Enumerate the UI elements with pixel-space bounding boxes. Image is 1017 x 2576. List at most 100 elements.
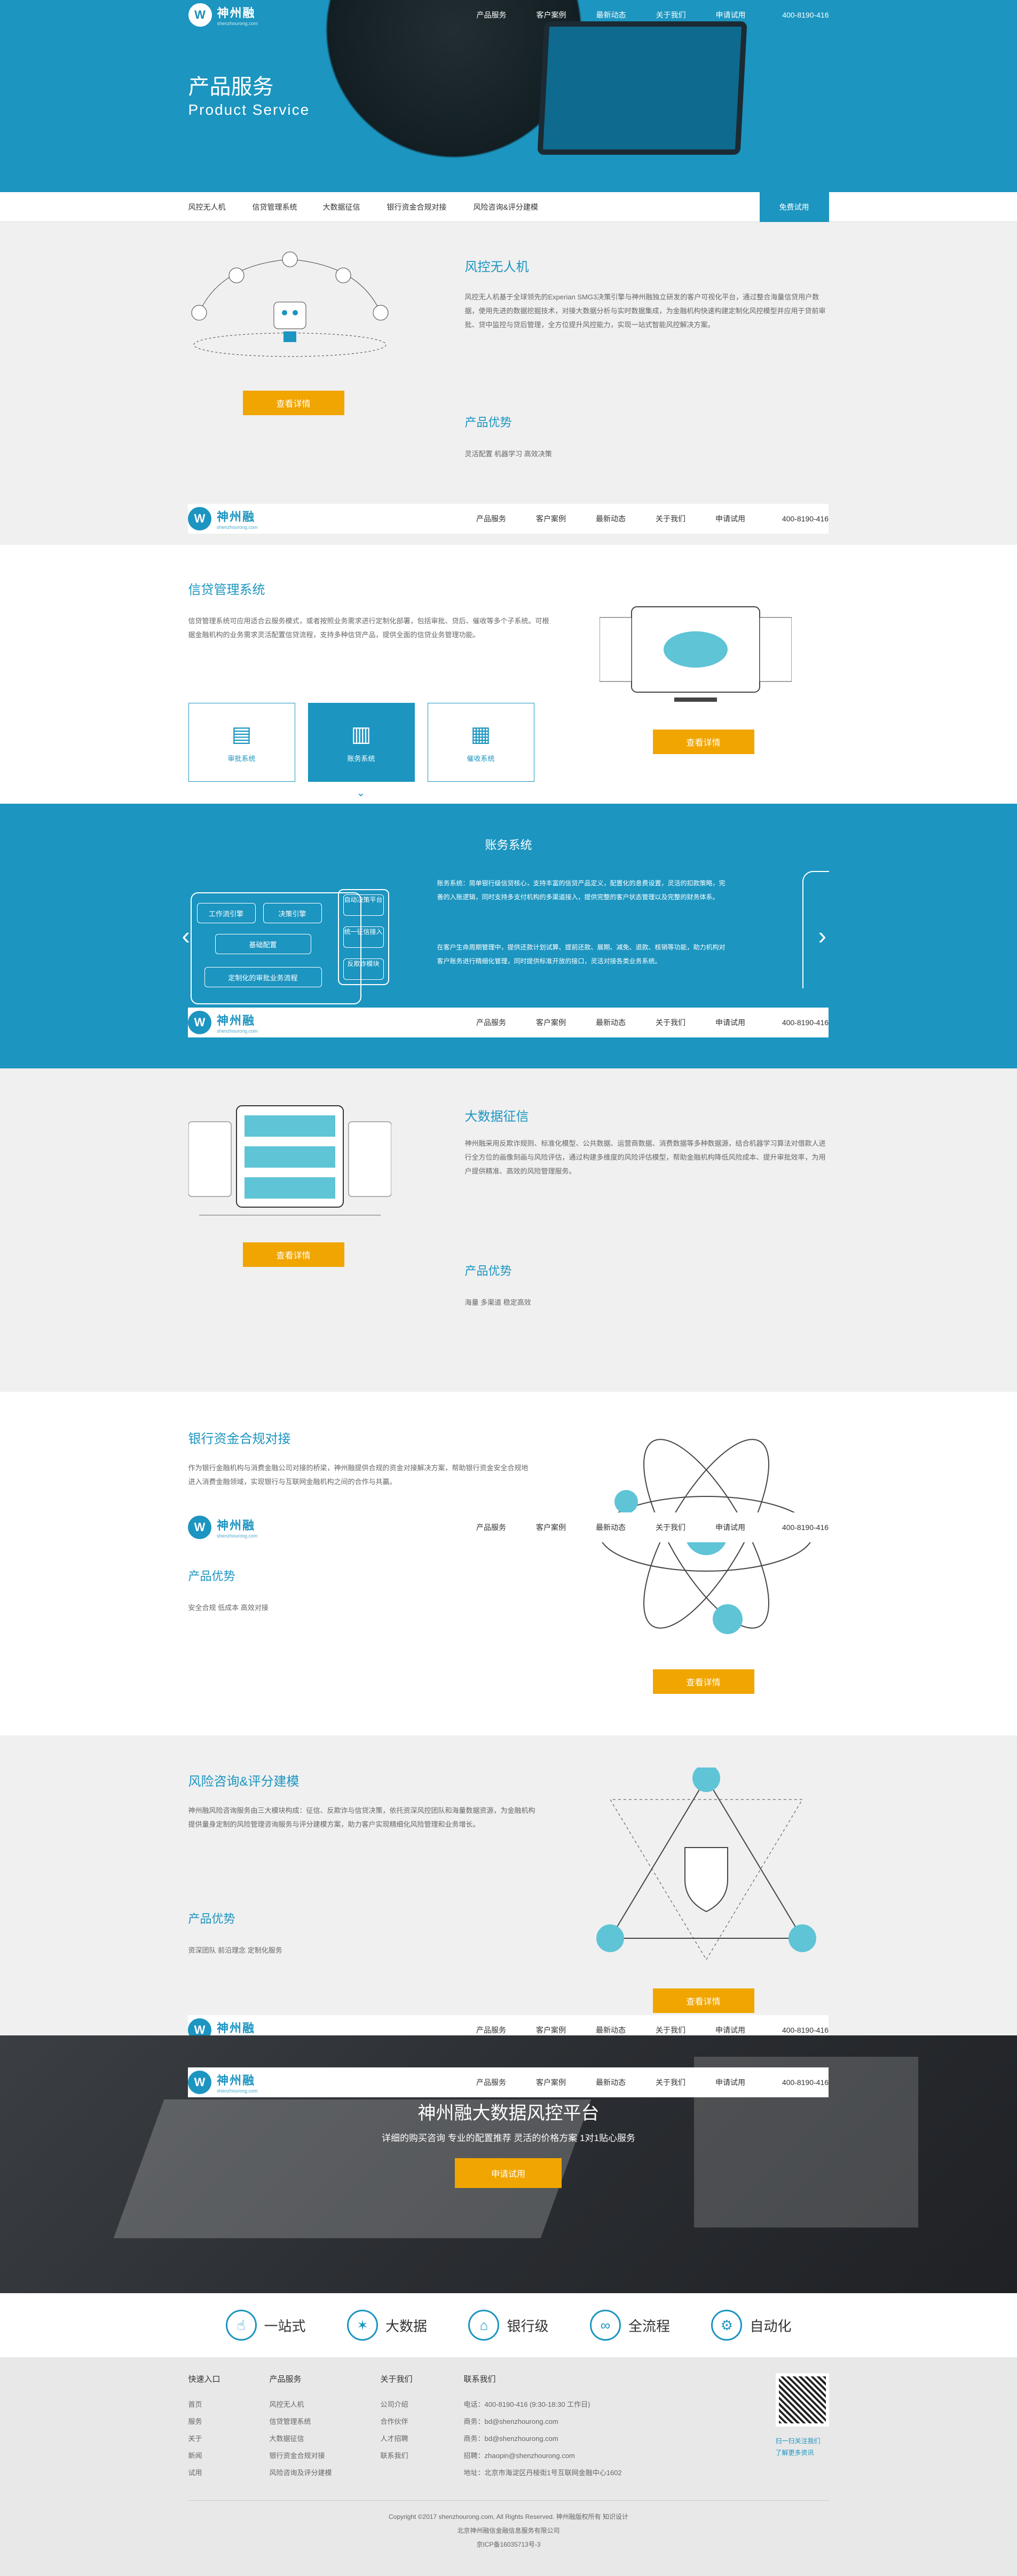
- nav-about[interactable]: 关于我们: [656, 1522, 715, 1533]
- bank-icon: ⌂: [468, 2310, 500, 2341]
- nav-cases[interactable]: 客户案例: [536, 2025, 596, 2035]
- card-approval[interactable]: ▤ 审批系统: [188, 703, 295, 782]
- nav-news[interactable]: 最新动态: [596, 2025, 656, 2035]
- nav-phone: 400-8190-416: [782, 11, 829, 19]
- contact-line: 地址：北京市海淀区丹棱街1号互联网金融中心1602: [463, 2469, 622, 2477]
- nav-cases[interactable]: 客户案例: [536, 2077, 596, 2088]
- product-subnav: 风控无人机 信贷管理系统 大数据征信 银行资金合规对接 风险咨询&评分建模 免费…: [0, 192, 1017, 222]
- nav-about[interactable]: 关于我们: [656, 2077, 715, 2088]
- consult-detail-button[interactable]: 查看详情: [652, 1988, 754, 2013]
- strip-logo[interactable]: 神州融shenzhourong.com: [188, 1516, 258, 1539]
- chevron-down-icon[interactable]: ⌄: [357, 786, 366, 799]
- nav-news[interactable]: 最新动态: [596, 1017, 656, 1028]
- nav-cases[interactable]: 客户案例: [536, 513, 596, 524]
- nav-links: 产品服务 客户案例 最新动态 关于我们 申请试用: [476, 1017, 775, 1028]
- drone-adv-title: 产品优势: [464, 416, 512, 429]
- subtab-credit[interactable]: 信贷管理系统: [253, 202, 323, 212]
- nav-products[interactable]: 产品服务: [476, 2025, 536, 2035]
- subtab-consult[interactable]: 风险咨询&评分建模: [474, 202, 580, 212]
- nav-news[interactable]: 最新动态: [596, 10, 656, 20]
- logo-sub: shenzhourong.com: [217, 21, 258, 26]
- nav-trial[interactable]: 申请试用: [716, 10, 776, 20]
- logo-icon: [188, 507, 211, 530]
- sticky-nav-1: 神州融shenzhourong.com 产品服务 客户案例 最新动态 关于我们 …: [188, 504, 829, 534]
- footer-link[interactable]: 试用: [188, 2464, 220, 2482]
- nav-links: 产品服务 客户案例 最新动态 关于我们 申请试用: [476, 1522, 775, 1533]
- nav-products[interactable]: 产品服务: [476, 2077, 536, 2088]
- account-title: 账务系统: [485, 838, 532, 852]
- nav-cases[interactable]: 客户案例: [536, 1522, 596, 1533]
- nav-products[interactable]: 产品服务: [476, 513, 536, 524]
- footer-link[interactable]: 合作伙伴: [381, 2413, 413, 2430]
- footer-link[interactable]: 风险咨询及评分建模: [270, 2464, 332, 2482]
- nav-about[interactable]: 关于我们: [656, 2025, 715, 2035]
- footer-link[interactable]: 联系我们: [381, 2447, 413, 2464]
- logo-sub: shenzhourong.com: [217, 525, 258, 530]
- footer-link[interactable]: 风控无人机: [270, 2396, 332, 2413]
- bigdata-detail-button[interactable]: 查看详情: [242, 1242, 344, 1267]
- strip-logo[interactable]: 神州融shenzhourong.com: [188, 507, 258, 530]
- footer-col-about: 关于我们 公司介绍 合作伙伴 人才招聘 联系我们: [381, 2373, 413, 2464]
- strip-logo[interactable]: 神州融shenzhourong.com: [188, 1011, 258, 1034]
- site-logo[interactable]: 神州融 shenzhourong.com: [188, 3, 258, 27]
- footer-link[interactable]: 新闻: [188, 2447, 220, 2464]
- feature-bar: ☝ 一站式 ✶ 大数据 ⌂ 银行级 ∞ 全流程 ⚙ 自动化: [0, 2293, 1017, 2357]
- subtab-drone[interactable]: 风控无人机: [188, 202, 253, 212]
- nav-news[interactable]: 最新动态: [596, 2077, 656, 2088]
- footer-link[interactable]: 公司介绍: [381, 2396, 413, 2413]
- nav-news[interactable]: 最新动态: [596, 1522, 656, 1533]
- sticky-nav-3: 神州融shenzhourong.com 产品服务 客户案例 最新动态 关于我们 …: [188, 1512, 829, 1542]
- footer-link[interactable]: 大数据征信: [270, 2430, 332, 2447]
- nav-news[interactable]: 最新动态: [596, 513, 656, 524]
- nav-trial[interactable]: 申请试用: [715, 2025, 775, 2035]
- nav-about[interactable]: 关于我们: [656, 1017, 715, 1028]
- drone-detail-button[interactable]: 查看详情: [242, 391, 344, 415]
- section-bigdata: 查看详情 大数据征信 神州融采用反欺诈规则、标准化模型、公共数据、运营商数据、消…: [0, 1068, 1017, 1392]
- feature-bigdata: ✶ 大数据: [346, 2310, 427, 2341]
- nav-cases[interactable]: 客户案例: [536, 1017, 596, 1028]
- nav-products[interactable]: 产品服务: [476, 1522, 536, 1533]
- top-nav: 神州融 shenzhourong.com 产品服务 客户案例 最新动态 关于我们…: [188, 0, 829, 30]
- logo-text: 神州融: [217, 2022, 256, 2035]
- footer-link[interactable]: 服务: [188, 2413, 220, 2430]
- footer-link[interactable]: 信贷管理系统: [270, 2413, 332, 2430]
- strip-logo[interactable]: 神州融shenzhourong.com: [188, 2071, 258, 2094]
- icp-number[interactable]: 京ICP备16035713号-3: [188, 2540, 829, 2549]
- qr-code: [775, 2373, 829, 2427]
- apply-trial-button[interactable]: 申请试用: [455, 2158, 562, 2188]
- nav-about[interactable]: 关于我们: [656, 10, 716, 20]
- card-account[interactable]: ▥ 账务系统: [308, 703, 415, 782]
- footer-link[interactable]: 首页: [188, 2396, 220, 2413]
- credit-detail-button[interactable]: 查看详情: [652, 730, 754, 754]
- box-workflow: 工作流引擎: [196, 903, 256, 923]
- calendar-icon: ▦: [470, 722, 491, 746]
- footer-link[interactable]: 人才招聘: [381, 2430, 413, 2447]
- free-trial-button[interactable]: 免费试用: [759, 192, 829, 222]
- drone-adv-tags: 灵活配置 机器学习 高效决策: [464, 450, 552, 458]
- hero-banner: 神州融 shenzhourong.com 产品服务 客户案例 最新动态 关于我们…: [0, 0, 1017, 192]
- nav-products[interactable]: 产品服务: [476, 1017, 536, 1028]
- bank-detail-button[interactable]: 查看详情: [652, 1669, 754, 1694]
- feature-onestop: ☝ 一站式: [225, 2310, 306, 2341]
- feature-bank-label: 银行级: [507, 2318, 549, 2334]
- card-collection[interactable]: ▦ 催收系统: [427, 703, 534, 782]
- subtab-bigdata[interactable]: 大数据征信: [323, 202, 387, 212]
- account-text-2: 在客户生命周期管理中，提供还款计划试算、提前还款、展期、减免、退款、核销等功能，…: [437, 944, 726, 965]
- account-text-1: 账务系统：简单银行级信贷核心，支持丰富的信贷产品定义，配置化的息费设置，灵活的扣…: [437, 879, 726, 901]
- nav-links: 产品服务 客户案例 最新动态 关于我们 申请试用: [477, 10, 776, 20]
- nav-trial[interactable]: 申请试用: [715, 1017, 775, 1028]
- nav-cases[interactable]: 客户案例: [537, 10, 596, 20]
- carousel-prev-icon[interactable]: ‹: [182, 921, 190, 950]
- nav-trial[interactable]: 申请试用: [715, 2077, 775, 2088]
- footer-link[interactable]: 关于: [188, 2430, 220, 2447]
- nav-trial[interactable]: 申请试用: [715, 1522, 775, 1533]
- nav-trial[interactable]: 申请试用: [715, 513, 775, 524]
- logo-icon: [188, 1011, 211, 1034]
- footer-link[interactable]: 银行资金合规对接: [270, 2447, 332, 2464]
- footer-col-quick: 快速入口 首页 服务 关于 新闻 试用: [188, 2373, 220, 2482]
- nav-links: 产品服务 客户案例 最新动态 关于我们 申请试用: [476, 2025, 775, 2035]
- nav-about[interactable]: 关于我们: [656, 513, 715, 524]
- bigdata-adv-tags: 海量 多渠道 稳定高效: [464, 1298, 531, 1306]
- nav-products[interactable]: 产品服务: [477, 10, 537, 20]
- subtab-bank[interactable]: 银行资金合规对接: [387, 202, 474, 212]
